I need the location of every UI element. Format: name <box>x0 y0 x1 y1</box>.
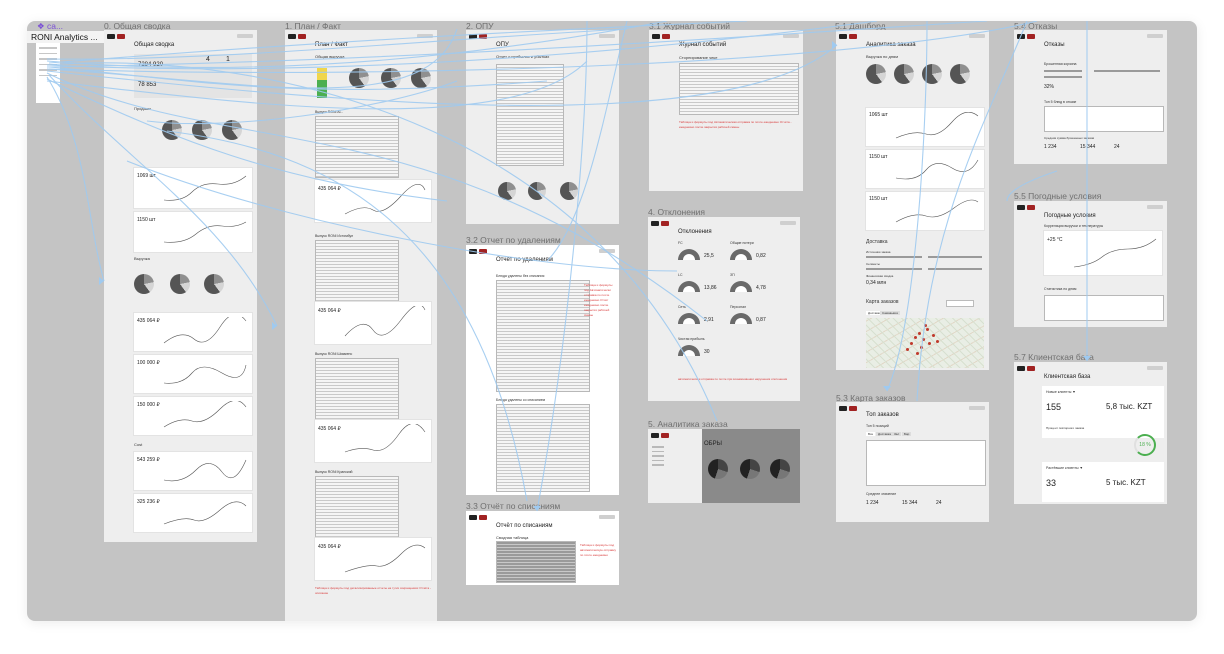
prototype-connectors <box>46 21 1091 512</box>
design-canvas[interactable]: 0. Общая сводка 1. План / Факт 2. ОПУ 3.… <box>27 21 1197 621</box>
